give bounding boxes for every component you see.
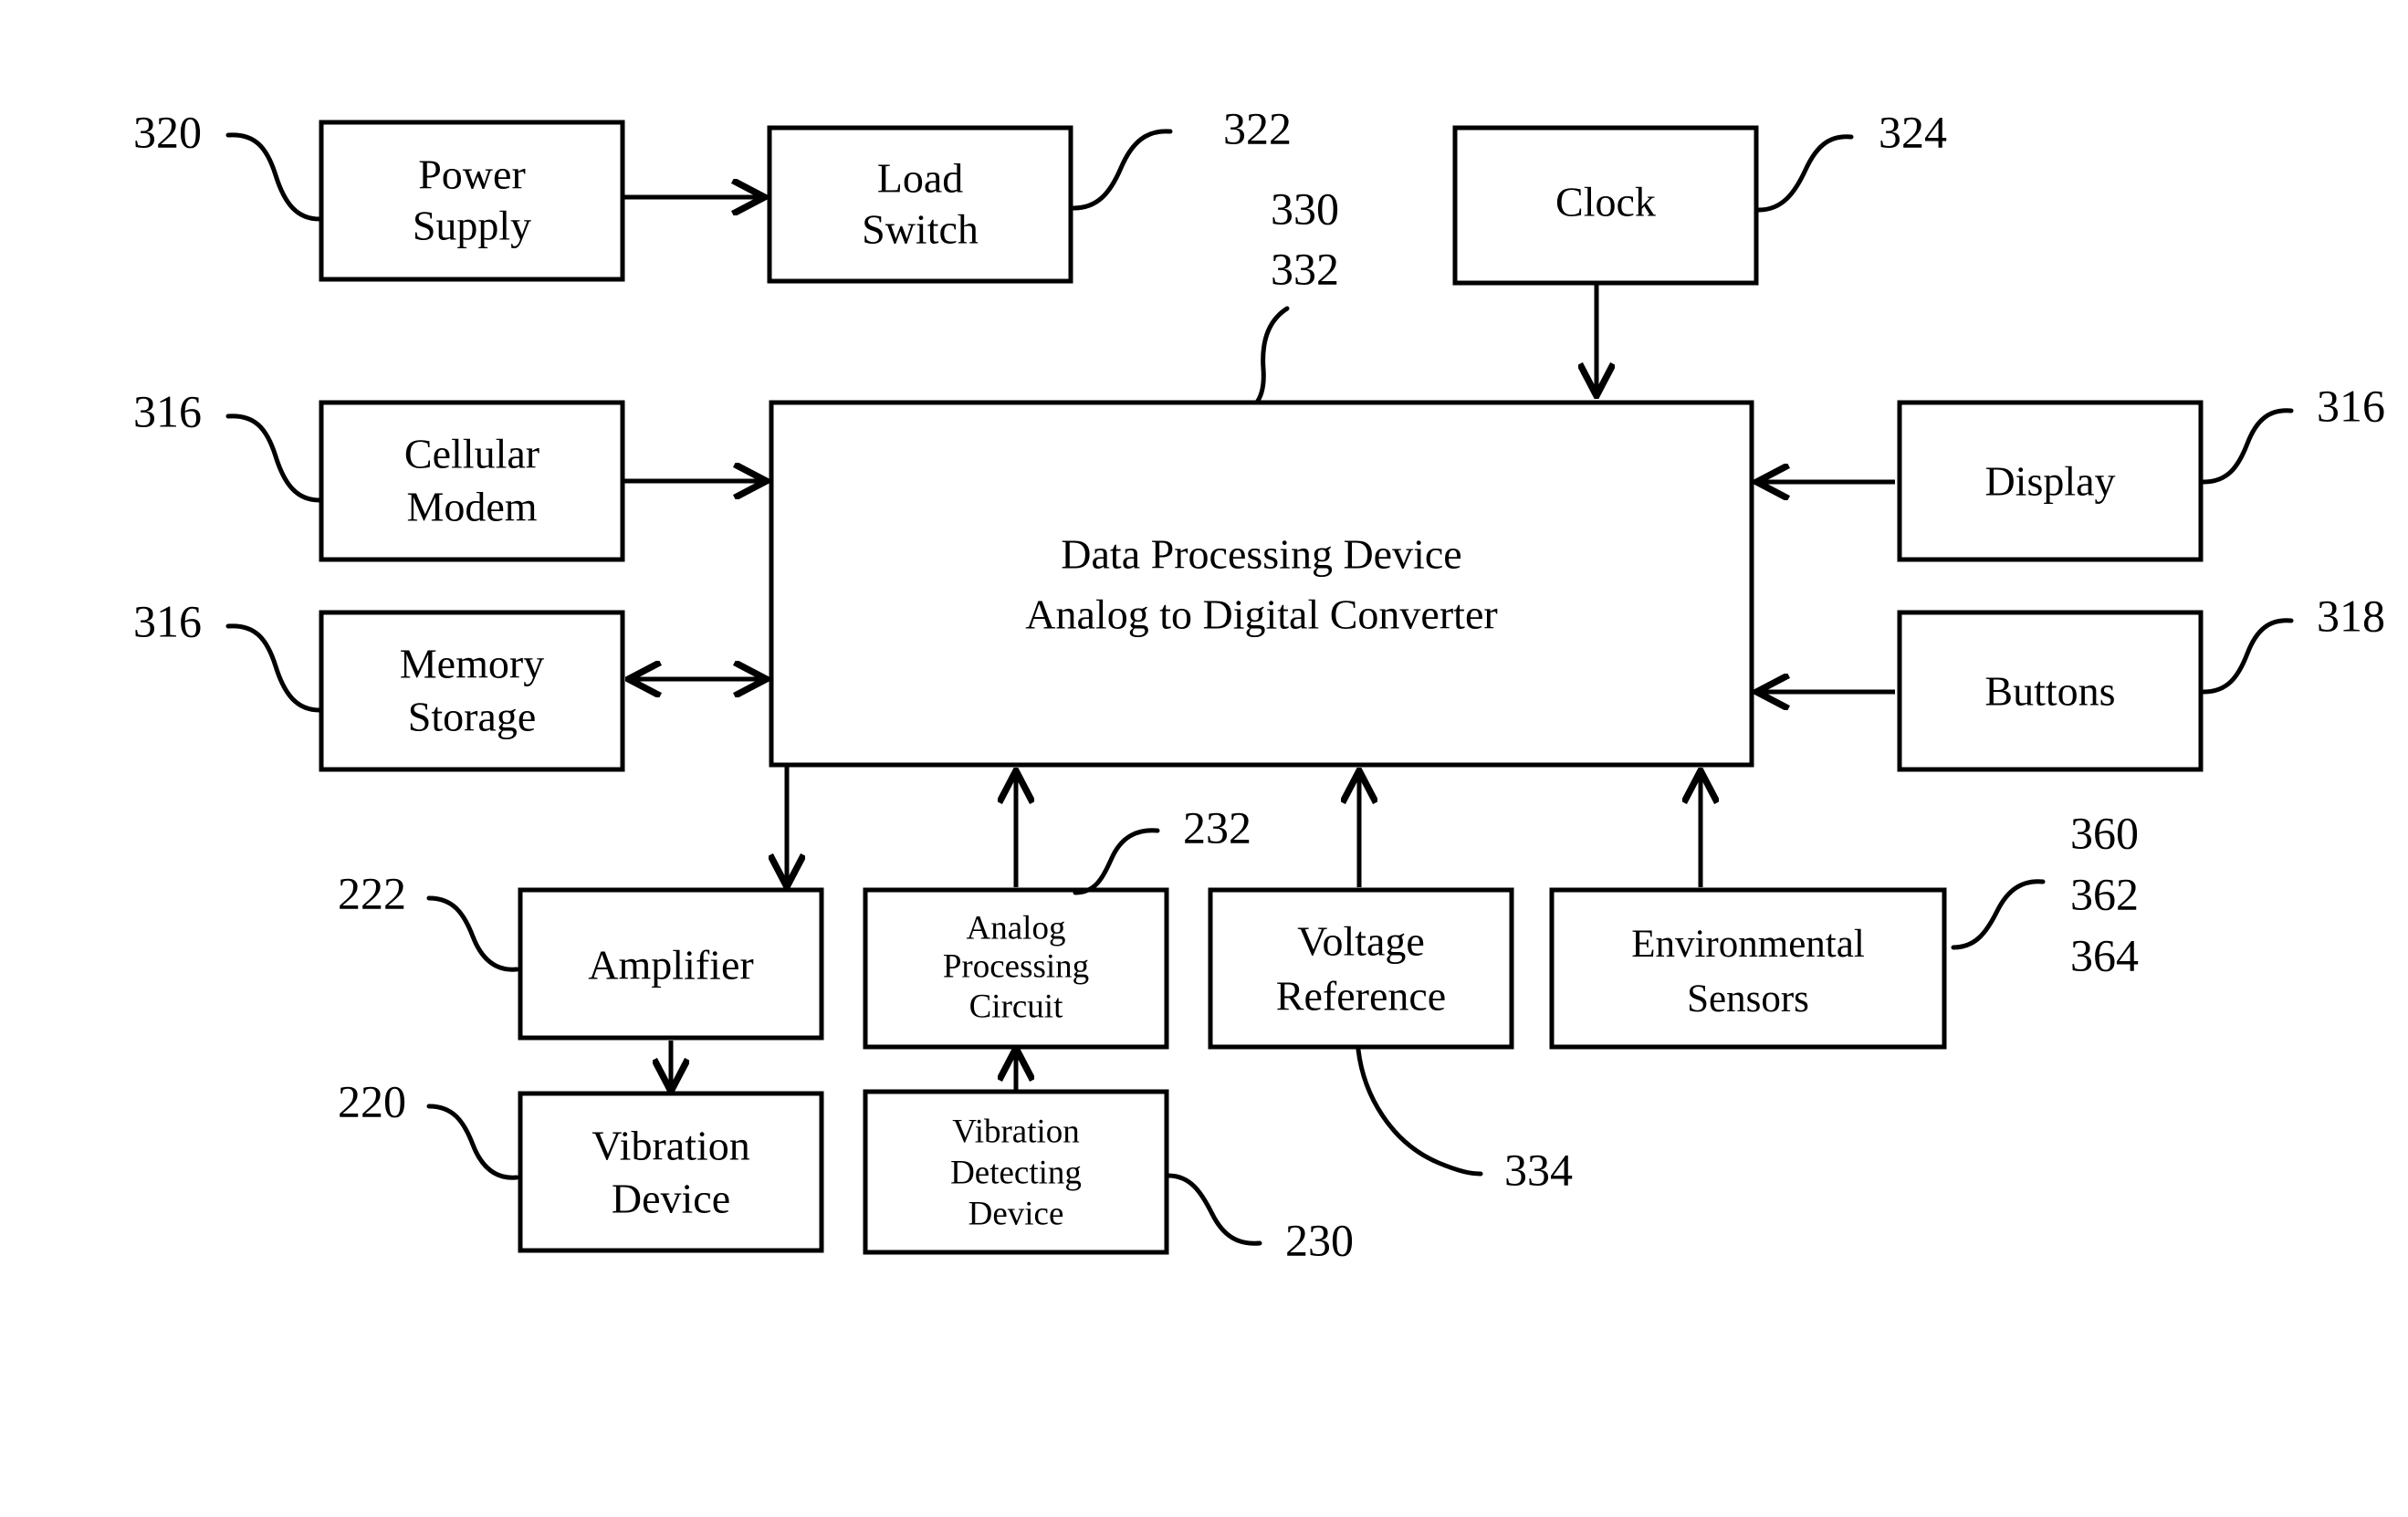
block-diagram-figure: Power Supply 320 Load Switch 322 330 332… [0,0,2408,1517]
analog-processing-label-line2: Processing [943,947,1089,985]
ref-numeral-334: 334 [1504,1144,1573,1195]
memory-storage-label-line1: Memory [400,641,544,687]
leader-line-322 [1071,129,1173,211]
memory-storage-rect [319,610,625,772]
environmental-sensors-label-line1: Environmental [1631,923,1865,966]
diagram-canvas: Power Supply 320 Load Switch 322 330 332… [133,102,2385,1265]
vibration-device-label-line2: Device [612,1176,730,1222]
power-supply-label-line2: Supply [413,203,531,249]
ref-numeral-332: 332 [1271,243,1339,294]
voltage-reference-label-line2: Reference [1276,973,1446,1020]
voltage-reference-label-line1: Voltage [1297,918,1425,965]
leader-line-222 [426,895,519,972]
environmental-sensors-label-line2: Sensors [1687,978,1809,1020]
box-power-supply: Power Supply [319,120,625,282]
ref-numeral-222: 222 [338,867,406,918]
cellular-modem-label-line2: Modem [406,484,537,530]
cellular-modem-rect [319,400,625,562]
load-switch-label-line1: Load [877,155,964,202]
ref-numeral-316-display: 316 [2317,380,2385,431]
ref-numeral-362: 362 [2070,868,2139,919]
leader-line-316-display [2201,408,2294,485]
data-processing-label-line2: Analog to Digital Converter [1025,591,1497,638]
box-memory-storage: Memory Storage [319,610,625,772]
vibration-device-label-line1: Vibration [592,1123,750,1169]
box-clock: Clock [1452,125,1759,286]
ref-numeral-316-cellular-modem: 316 [133,385,202,436]
vibration-detecting-label-line1: Vibration [952,1113,1080,1150]
ref-numeral-324: 324 [1879,106,1947,157]
environmental-sensors-rect [1549,887,1947,1050]
leader-line-232 [1073,828,1160,895]
leader-line-220 [426,1104,519,1180]
analog-processing-label-line1: Analog [967,909,1066,947]
data-processing-rect [769,400,1754,768]
data-processing-label-line1: Data Processing Device [1061,531,1461,578]
power-supply-label-line1: Power [418,152,526,198]
ref-numeral-322: 322 [1223,102,1292,153]
box-display: Display [1897,400,2204,562]
amplifier-label: Amplifier [588,942,753,989]
box-analog-processing-circuit: Analog Processing Circuit [863,887,1169,1050]
leader-line-230 [1166,1173,1262,1246]
ref-numeral-232: 232 [1183,801,1251,853]
cellular-modem-label-line1: Cellular [404,431,539,477]
leader-line-320 [225,132,322,222]
load-switch-label-line2: Switch [862,206,979,253]
vibration-detecting-label-line2: Detecting [950,1154,1082,1191]
ref-numeral-316-memory-storage: 316 [133,595,202,646]
leader-line-316-memory [225,623,322,713]
leader-line-324 [1756,134,1854,213]
leader-line-316-modem [225,413,322,503]
box-voltage-reference: Voltage Reference [1208,887,1514,1050]
box-vibration-device: Vibration Device [518,1091,824,1253]
ref-numeral-330: 330 [1271,183,1339,234]
display-label: Display [1984,458,2115,505]
leader-line-362 [1951,879,2046,950]
ref-numeral-360: 360 [2070,807,2139,858]
memory-storage-label-line2: Storage [408,694,537,740]
ref-numeral-230: 230 [1285,1214,1354,1265]
vibration-device-rect [518,1091,824,1253]
load-switch-rect [767,125,1073,284]
box-buttons: Buttons [1897,610,2204,772]
ref-numeral-320: 320 [133,106,202,157]
ref-numeral-220: 220 [338,1075,406,1126]
vibration-detecting-label-line3: Device [968,1195,1064,1232]
analog-processing-label-line3: Circuit [969,988,1063,1025]
box-environmental-sensors: Environmental Sensors [1549,887,1947,1050]
box-cellular-modem: Cellular Modem [319,400,625,562]
leader-line-318 [2201,618,2294,695]
box-vibration-detecting-device: Vibration Detecting Device [863,1089,1169,1255]
box-load-switch: Load Switch [767,125,1073,284]
power-supply-rect [319,120,625,282]
ref-numeral-318: 318 [2317,590,2385,641]
leader-line-330-332 [1237,306,1290,415]
box-data-processing-device: Data Processing Device Analog to Digital… [769,400,1754,768]
box-amplifier: Amplifier [518,887,824,1041]
clock-label: Clock [1555,179,1656,225]
leader-line-334 [1356,1047,1483,1177]
voltage-reference-rect [1208,887,1514,1050]
ref-numeral-364: 364 [2070,929,2139,980]
buttons-label: Buttons [1984,668,2115,715]
